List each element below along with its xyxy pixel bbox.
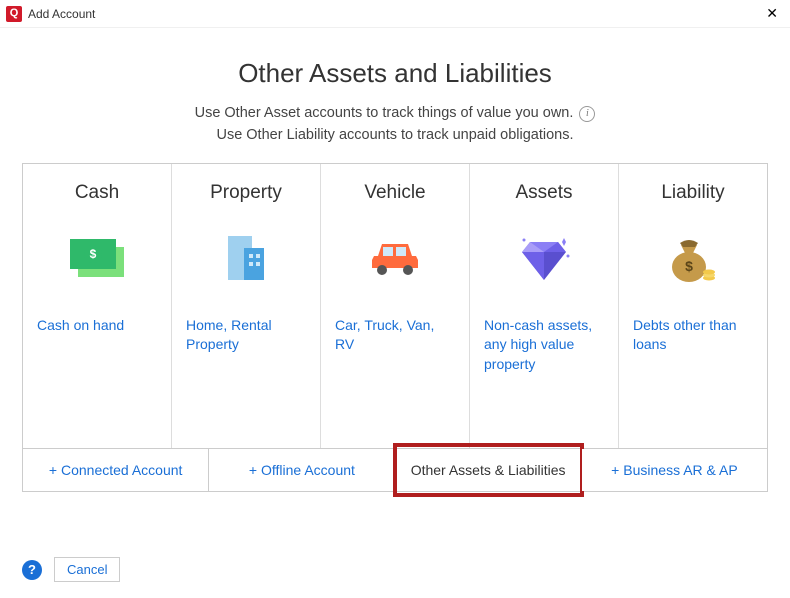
card-row: Cash $ Cash on hand Property xyxy=(22,163,768,448)
help-icon[interactable]: ? xyxy=(22,560,42,580)
card-property-title: Property xyxy=(186,182,306,204)
card-assets-link: Non-cash assets, any high value property xyxy=(484,316,604,375)
tabs: + Connected Account + Offline Account Ot… xyxy=(22,448,768,492)
card-vehicle-title: Vehicle xyxy=(335,182,455,204)
tab-other-label: Other Assets & Liabilities xyxy=(411,462,566,478)
card-assets-title: Assets xyxy=(484,182,604,204)
card-property-link: Home, Rental Property xyxy=(186,316,306,355)
cash-icon: $ xyxy=(37,228,157,288)
window-title: Add Account xyxy=(28,7,95,21)
plus-icon: + xyxy=(49,462,57,478)
info-icon[interactable]: i xyxy=(579,106,595,122)
card-liability[interactable]: Liability $ Debts other than loans xyxy=(619,164,767,448)
footer: ? Cancel xyxy=(22,557,120,582)
page-title: Other Assets and Liabilities xyxy=(22,58,768,89)
card-cash[interactable]: Cash $ Cash on hand xyxy=(23,164,172,448)
close-icon[interactable]: ✕ xyxy=(762,5,782,22)
app-icon: Q xyxy=(6,6,22,22)
card-cash-title: Cash xyxy=(37,182,157,204)
svg-text:$: $ xyxy=(90,247,97,261)
app-icon-letter: Q xyxy=(10,8,19,19)
titlebar-left: Q Add Account xyxy=(6,6,95,22)
liability-icon: $ xyxy=(633,228,753,288)
tab-offline-label: Offline Account xyxy=(261,462,355,478)
card-vehicle[interactable]: Vehicle Car, Truck, Van, RV xyxy=(321,164,470,448)
assets-icon xyxy=(484,228,604,288)
subtitle-text-1: Use Other Asset accounts to track things… xyxy=(195,103,574,125)
subtitle-text-2: Use Other Liability accounts to track un… xyxy=(22,125,768,147)
content: Other Assets and Liabilities Use Other A… xyxy=(0,28,790,492)
card-liability-link: Debts other than loans xyxy=(633,316,753,355)
tab-offline-account[interactable]: + Offline Account xyxy=(209,449,395,491)
subtitle-line-1: Use Other Asset accounts to track things… xyxy=(195,103,596,125)
tab-connected-account[interactable]: + Connected Account xyxy=(23,449,209,491)
tab-other-assets-liabilities[interactable]: Other Assets & Liabilities xyxy=(396,449,582,491)
tab-connected-label: Connected Account xyxy=(61,462,182,478)
subtitle: Use Other Asset accounts to track things… xyxy=(22,103,768,147)
tab-business-ar-ap[interactable]: + Business AR & AP xyxy=(582,449,767,491)
plus-icon: + xyxy=(249,462,257,478)
cancel-button[interactable]: Cancel xyxy=(54,557,120,582)
card-vehicle-link: Car, Truck, Van, RV xyxy=(335,316,455,355)
svg-text:$: $ xyxy=(685,258,693,274)
plus-icon: + xyxy=(611,462,619,478)
card-property[interactable]: Property Home, Rental Property xyxy=(172,164,321,448)
titlebar: Q Add Account ✕ xyxy=(0,0,790,28)
vehicle-icon xyxy=(335,228,455,288)
card-assets[interactable]: Assets Non-cash assets, any high value p… xyxy=(470,164,619,448)
tab-business-label: Business AR & AP xyxy=(623,462,737,478)
card-cash-link: Cash on hand xyxy=(37,316,157,336)
property-icon xyxy=(186,228,306,288)
card-liability-title: Liability xyxy=(633,182,753,204)
